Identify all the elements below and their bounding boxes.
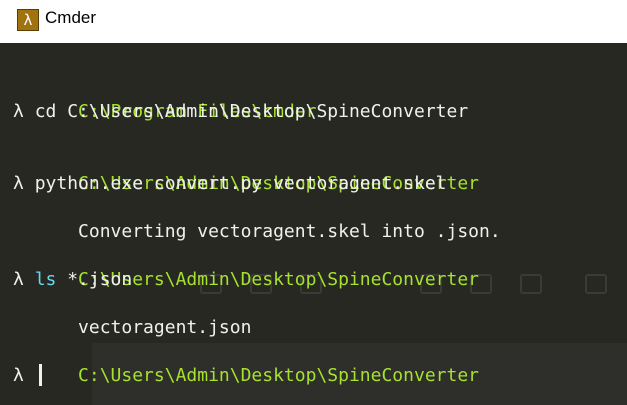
terminal-line: λ python.exe convert.py vectoragent.skel (13, 172, 447, 196)
title-bar[interactable]: λ Cmder (0, 0, 627, 44)
prompt-lambda: λ (13, 269, 35, 290)
prompt-lambda: λ (13, 101, 35, 122)
terminal-line: λ (13, 364, 42, 388)
prompt-path: C:\Users\Admin\Desktop\SpineConverter (78, 365, 479, 386)
lambda-icon: λ (17, 9, 39, 31)
terminal-output[interactable]: C:\Program Files\cmder λ cd C:\Users\Adm… (0, 43, 627, 405)
cmder-window: λ Cmder C:\Program Files\cmder λ cd C:\U… (0, 0, 627, 405)
prompt-lambda: λ (13, 173, 35, 194)
command-args: *.json (56, 269, 133, 290)
terminal-line: λ cd C:\Users\Admin\Desktop\SpineConvert… (13, 100, 468, 124)
command-text: python.exe convert.py vectoragent.skel (34, 173, 447, 194)
prompt-lambda: λ (13, 365, 35, 386)
command-output: vectoragent.json (78, 317, 252, 338)
background-toolbar-icon (585, 274, 607, 294)
command-output: Converting vectoragent.skel into .json. (78, 221, 501, 242)
command-ls: ls (34, 269, 57, 290)
prompt-path: C:\Users\Admin\Desktop\SpineConverter (78, 269, 479, 290)
text-cursor[interactable] (38, 364, 42, 386)
terminal-line: λ ls *.json (13, 268, 132, 292)
command-text: cd C:\Users\Admin\Desktop\SpineConverter (34, 101, 469, 122)
background-toolbar-icon (520, 274, 542, 294)
terminal-line: C:\Users\Admin\Desktop\SpineConverter (13, 340, 479, 405)
window-title: Cmder (45, 8, 97, 27)
